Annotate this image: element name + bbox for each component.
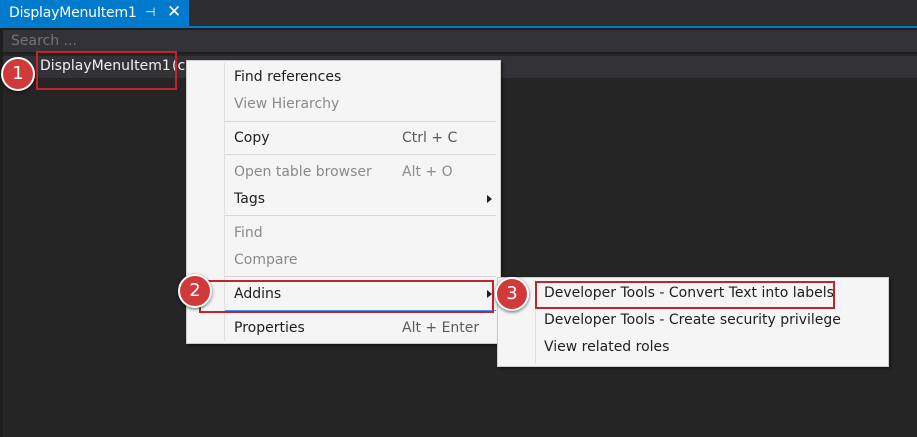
close-icon[interactable]: ✕ [167, 2, 181, 22]
menu-separator [225, 154, 496, 155]
menu-item-label: Properties [234, 320, 305, 336]
menu-item-create-security-privilege[interactable]: Developer Tools - Create security privil… [498, 309, 888, 333]
menu-item-properties[interactable]: Properties Alt + Enter [187, 317, 500, 341]
menu-separator [225, 215, 496, 216]
menu-item-view-related-roles[interactable]: View related roles [498, 336, 888, 360]
highlight-box-addins [199, 280, 494, 313]
highlight-box-convert-text [535, 281, 835, 309]
menu-item-open-table-browser[interactable]: Open table browser Alt + O [187, 161, 500, 185]
menu-item-find[interactable]: Find [187, 222, 500, 246]
search-input[interactable] [3, 30, 917, 52]
menu-separator [225, 121, 496, 122]
menu-item-label: Developer Tools - Create security privil… [544, 312, 841, 328]
menu-item-label: Compare [234, 252, 298, 268]
menu-item-shortcut: Alt + O [402, 164, 453, 180]
submenu-arrow-icon [487, 195, 492, 203]
step-badge-3: 3 [495, 277, 529, 311]
pin-icon[interactable]: ⊣ [145, 5, 155, 19]
menu-item-label: Open table browser [234, 164, 372, 180]
menu-item-label: Tags [234, 191, 265, 207]
menu-item-label: Copy [234, 130, 270, 146]
search-box [3, 30, 917, 52]
menu-separator [225, 276, 496, 277]
menu-item-view-hierarchy[interactable]: View Hierarchy [187, 93, 500, 117]
menu-item-compare[interactable]: Compare [187, 249, 500, 273]
step-badge-1: 1 [1, 57, 35, 91]
menu-item-copy[interactable]: Copy Ctrl + C [187, 127, 500, 151]
menu-item-shortcut: Alt + Enter [402, 320, 480, 336]
menu-item-label: View Hierarchy [234, 96, 340, 112]
menu-item-find-references[interactable]: Find references [187, 66, 500, 90]
step-badge-2: 2 [178, 274, 212, 308]
tab-displaymenuitem1[interactable]: DisplayMenuItem1 ⊣ ✕ [0, 0, 189, 28]
menu-item-label: View related roles [544, 339, 670, 355]
tab-title: DisplayMenuItem1 [9, 5, 137, 21]
menu-item-shortcut: Ctrl + C [402, 130, 458, 146]
menu-item-label: Find references [234, 69, 342, 85]
menu-item-tags[interactable]: Tags [187, 188, 500, 212]
highlight-box-tree-item [36, 51, 177, 90]
menu-item-label: Find [234, 225, 263, 241]
